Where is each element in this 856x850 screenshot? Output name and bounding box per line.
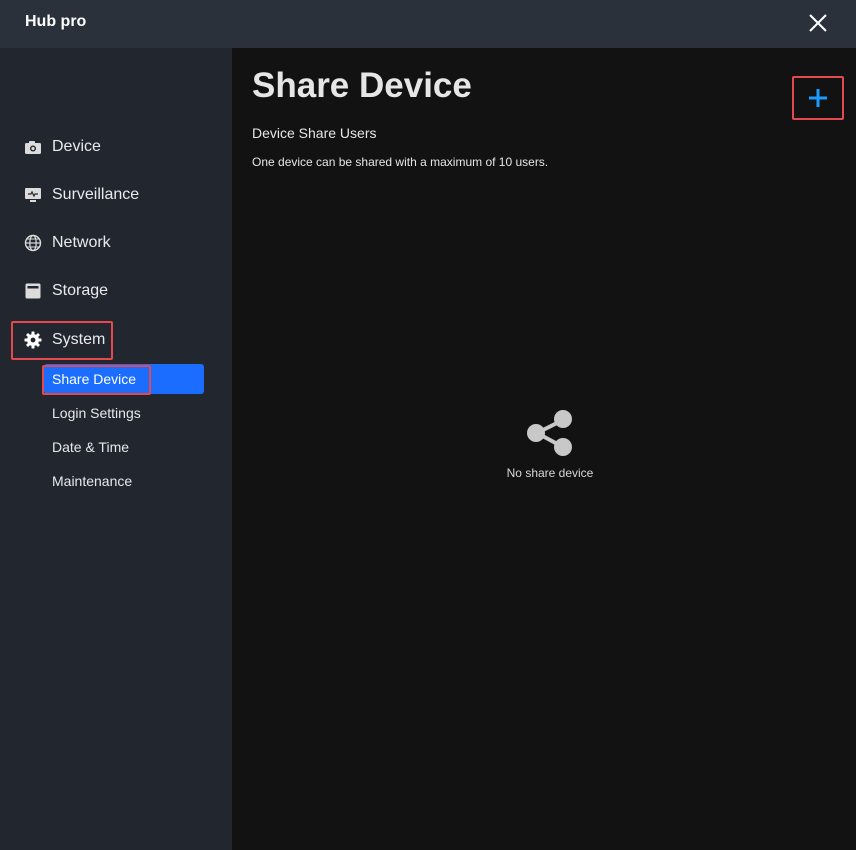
sidebar-item-label: Network — [52, 234, 111, 251]
sidebar-subitem-login-settings[interactable]: Login Settings — [52, 403, 141, 423]
plus-icon — [809, 89, 827, 107]
add-share-user-button[interactable] — [792, 76, 844, 120]
close-icon — [809, 14, 827, 32]
globe-icon — [24, 234, 42, 252]
page-title: Share Device — [252, 66, 472, 105]
sidebar-item-device[interactable]: Device — [24, 133, 101, 161]
empty-state-text: No share device — [506, 466, 594, 480]
section-title: Device Share Users — [252, 125, 377, 141]
sidebar-subitem-share-device[interactable]: Share Device — [52, 369, 136, 389]
monitor-icon — [24, 186, 42, 204]
sidebar-item-surveillance[interactable]: Surveillance — [24, 181, 139, 209]
sidebar-item-label: Device — [52, 138, 101, 155]
sidebar-item-network[interactable]: Network — [24, 229, 111, 257]
gear-icon — [24, 331, 42, 349]
sidebar-subitem-maintenance[interactable]: Maintenance — [52, 471, 132, 491]
app-title: Hub pro — [25, 13, 87, 30]
close-button[interactable] — [805, 10, 831, 36]
sidebar-item-label: System — [52, 331, 106, 348]
camera-icon — [24, 138, 42, 156]
sidebar-item-storage[interactable]: Storage — [24, 277, 108, 305]
sidebar-item-label: Surveillance — [52, 186, 140, 203]
title-bar: Hub pro — [0, 0, 856, 48]
sidebar-subitem-date-time[interactable]: Date & Time — [52, 437, 129, 457]
share-icon — [524, 407, 576, 459]
sidebar-item-system[interactable]: System — [24, 326, 105, 354]
sidebar-item-label: Storage — [52, 282, 109, 299]
storage-icon — [24, 282, 42, 300]
section-description: One device can be shared with a maximum … — [252, 155, 549, 169]
